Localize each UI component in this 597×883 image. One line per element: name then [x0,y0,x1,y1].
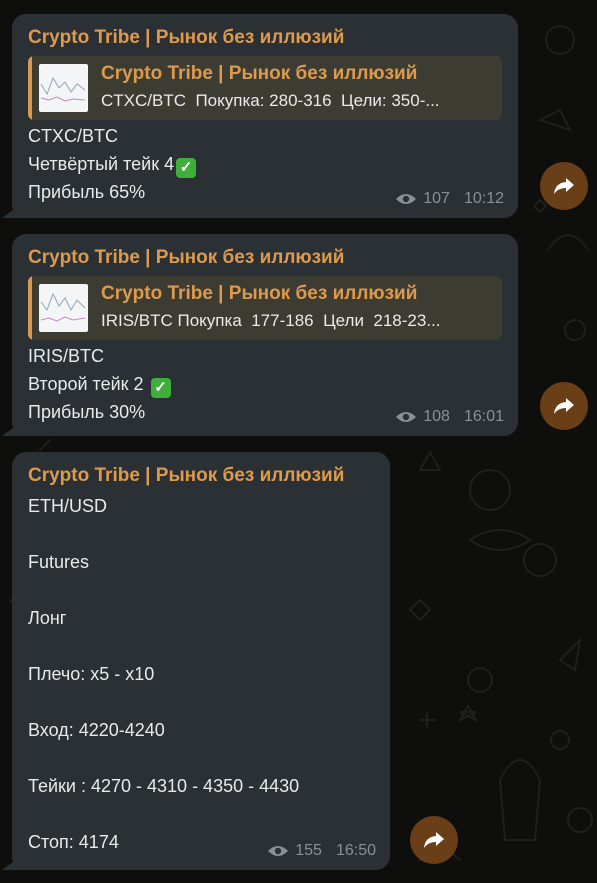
chart-thumbnail-icon [39,284,88,332]
message-line: Прибыль 30% [28,402,146,422]
check-mark-icon: ✓ [176,158,197,178]
share-button[interactable] [410,816,458,864]
message-line: ETH/USD [28,496,108,516]
view-count: 107 [423,190,450,207]
reply-preview[interactable]: Crypto Tribe | Рынок без иллюзий CTXC/BT… [28,56,502,120]
reply-text: CTXC/BTC Покупка: 280-316 Цели: 350-... [101,91,440,110]
message-line: CTXC/BTC [28,126,118,146]
message-meta: 155 16:50 [267,842,376,860]
eye-icon [396,412,417,422]
message-line: Стоп: 4174 [28,832,119,852]
message-time: 16:50 [335,842,376,859]
message-line: IRIS/BTC [28,346,105,366]
share-arrow-icon [424,832,444,848]
reply-accent-bar [28,56,32,120]
view-count: 155 [295,842,322,859]
eye-icon [396,194,417,204]
message-line: Лонг [28,608,67,628]
message-meta: 107 10:12 [395,190,504,208]
sender-name[interactable]: Crypto Tribe | Рынок без иллюзий [28,465,344,487]
message-line: Тейки : 4270 - 4310 - 4350 - 4430 [28,776,300,796]
check-mark-icon: ✓ [150,378,171,398]
message-line: Второй тейк 2 ✓ [28,374,171,398]
reply-title: Crypto Tribe | Рынок без иллюзий [101,63,418,84]
view-count: 108 [423,408,450,425]
reply-title: Crypto Tribe | Рынок без иллюзий [101,283,418,304]
chart-thumbnail-icon [39,64,88,112]
message-meta: 108 16:01 [395,408,504,426]
sender-name[interactable]: Crypto Tribe | Рынок без иллюзий [28,247,344,269]
share-button[interactable] [540,162,588,210]
share-arrow-icon [554,398,574,414]
message-line: Вход: 4220-4240 [28,720,165,740]
share-arrow-icon [554,178,574,194]
reply-preview[interactable]: Crypto Tribe | Рынок без иллюзий IRIS/BT… [28,276,502,340]
message-bubble-1[interactable]: Crypto Tribe | Рынок без иллюзий Crypto … [2,14,518,218]
share-button[interactable] [540,382,588,430]
eye-icon [268,846,289,856]
message-line: Четвёртый тейк 4 ✓ [28,154,197,178]
message-line: Плечо: x5 - x10 [28,664,155,684]
reply-accent-bar [28,276,32,340]
message-time: 16:01 [463,408,504,425]
message-time: 10:12 [463,190,504,207]
message-bubble-2[interactable]: Crypto Tribe | Рынок без иллюзий Crypto … [2,234,518,436]
message-line: Прибыль 65% [28,182,146,202]
message-line: Futures [28,552,90,572]
sender-name[interactable]: Crypto Tribe | Рынок без иллюзий [28,27,344,49]
message-bubble-3[interactable]: Crypto Tribe | Рынок без иллюзий ETH/USD… [2,452,390,870]
reply-text: IRIS/BTC Покупка 177-186 Цели 218-23... [101,311,441,330]
